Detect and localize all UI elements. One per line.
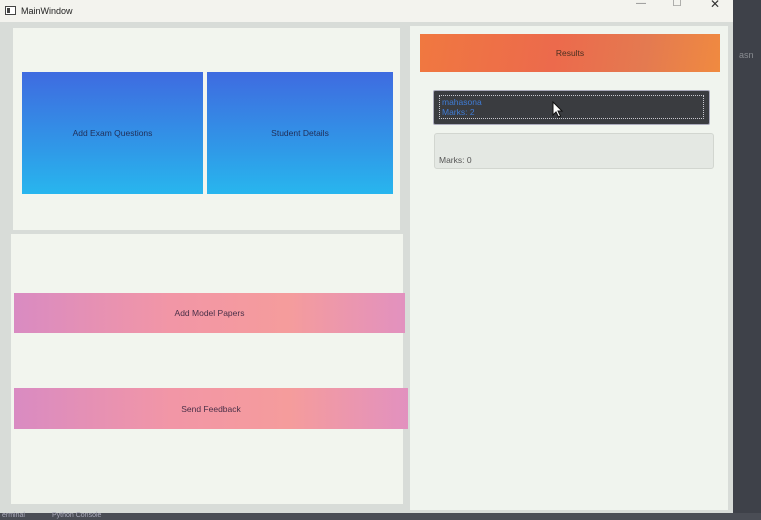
add-exam-questions-button[interactable]: Add Exam Questions xyxy=(22,72,203,194)
result-item-focus: mahasona Marks: 2 xyxy=(439,95,704,119)
terminal-tab[interactable]: erminal xyxy=(2,512,25,520)
results-button[interactable]: Results xyxy=(420,34,720,72)
marks-display: Marks: 0 xyxy=(434,133,714,169)
send-feedback-label: Send Feedback xyxy=(181,403,241,414)
student-details-button[interactable]: Student Details xyxy=(207,72,393,194)
python-console-tab[interactable]: Python Console xyxy=(52,512,101,520)
student-details-label: Student Details xyxy=(271,128,329,138)
result-student-marks: Marks: 2 xyxy=(442,107,475,117)
result-student-name: mahasona xyxy=(442,97,482,107)
app-window-icon xyxy=(5,6,16,15)
add-model-papers-label: Add Model Papers xyxy=(174,308,245,318)
results-label: Results xyxy=(555,48,585,58)
maximize-button[interactable]: ☐ xyxy=(662,0,692,12)
mouse-pointer-icon xyxy=(552,101,564,118)
result-list-item[interactable]: mahasona Marks: 2 xyxy=(433,90,710,125)
background-editor-strip xyxy=(733,0,761,520)
close-button[interactable]: ✕ xyxy=(700,0,730,12)
ide-taskbar xyxy=(0,513,761,520)
title-bar: MainWindow — ☐ ✕ xyxy=(0,0,761,22)
send-feedback-button[interactable]: Send Feedback xyxy=(14,388,408,429)
minimize-button[interactable]: — xyxy=(626,0,656,12)
marks-display-text: Marks: 0 xyxy=(439,155,472,165)
bottom-button-panel xyxy=(11,234,403,504)
window-title: MainWindow xyxy=(21,6,73,16)
background-editor-text: asn xyxy=(739,50,754,60)
add-exam-questions-label: Add Exam Questions xyxy=(72,128,153,138)
add-model-papers-button[interactable]: Add Model Papers xyxy=(14,293,405,333)
